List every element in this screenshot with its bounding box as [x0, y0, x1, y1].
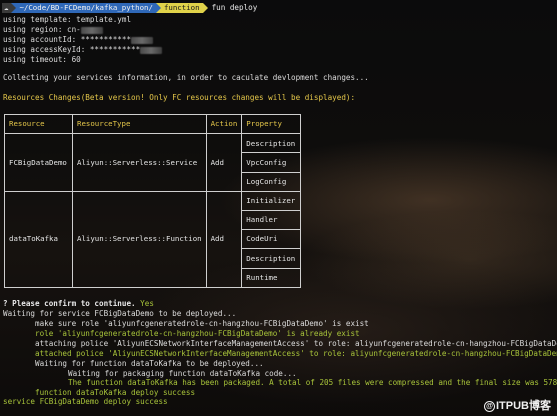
prompt-command: fun deploy: [211, 3, 258, 13]
config-accountid-text: using accountId: ***********: [3, 35, 132, 44]
header-action: Action: [205, 113, 243, 135]
deploy-log-line: service FCBigDataDemo deploy success: [3, 397, 168, 406]
cell-resourcetype: Aliyun::Serverless::Service: [72, 133, 207, 192]
config-accountid-line: using accountId: ***********: [3, 35, 154, 45]
cell-property: Handler: [241, 209, 302, 231]
cell-property: VpcConfig: [241, 152, 302, 173]
confirm-answer: Yes: [140, 299, 154, 308]
watermark-text: ITPUB博客: [496, 399, 551, 412]
header-property: Property: [241, 113, 302, 135]
resources-table: Resource ResourceType Action Property FC…: [4, 113, 302, 288]
prompt-separator-arrow: [202, 3, 208, 13]
cell-resource: dataToKafka: [4, 190, 73, 288]
itpub-watermark: @ ITPUB博客: [484, 401, 551, 412]
cell-resource: FCBigDataDemo: [4, 133, 73, 192]
changes-header: Resources Changes(Beta version! Only FC …: [3, 93, 356, 102]
at-icon: @: [484, 401, 495, 412]
deploy-log-line: make sure role 'aliyunfcgeneratedrole-cn…: [35, 319, 369, 328]
config-region-line: using region: cn-: [3, 25, 103, 35]
deploy-log-line: Waiting for service FCBigDataDemo to be …: [3, 309, 237, 318]
table-row: dataToKafka Aliyun::Serverless::Function…: [4, 190, 302, 288]
collecting-message: Collecting your services information, in…: [3, 73, 369, 82]
table-header-row: Resource ResourceType Action Property: [4, 113, 302, 135]
prompt-branch: function: [160, 3, 203, 13]
redacted-accountid: [131, 36, 154, 44]
cell-property: Initializer: [241, 190, 302, 211]
header-resourcetype: ResourceType: [72, 113, 207, 135]
prompt-path: ~/Code/BD-FCDemo/kafka_python/: [16, 3, 156, 13]
terminal-window[interactable]: ☁ ~/Code/BD-FCDemo/kafka_python/ functio…: [0, 0, 557, 416]
cell-property: Description: [241, 133, 302, 154]
prompt-user-segment: ☁: [2, 3, 12, 13]
confirm-question: ? Please confirm to continue.: [3, 299, 136, 308]
shell-prompt: ☁ ~/Code/BD-FCDemo/kafka_python/ functio…: [2, 3, 257, 13]
cell-property: CodeUri: [241, 229, 302, 250]
config-timeout-line: using timeout: 60: [3, 55, 81, 64]
header-resource: Resource: [4, 113, 73, 135]
cell-resourcetype: Aliyun::Serverless::Function: [72, 190, 207, 288]
redacted-accesskey: [140, 46, 163, 54]
config-accesskey-text: using accessKeyId: ***********: [3, 45, 141, 54]
table-row: FCBigDataDemo Aliyun::Serverless::Servic…: [4, 133, 302, 192]
cell-action: Add: [205, 190, 243, 288]
cell-property: Runtime: [241, 267, 302, 288]
confirm-line: ? Please confirm to continue. Yes: [3, 299, 154, 309]
redacted-region: [80, 26, 103, 34]
cell-action: Add: [205, 133, 243, 192]
config-template-line: using template: template.yml: [3, 15, 132, 24]
cell-property: Description: [241, 248, 302, 269]
deploy-log-line: The function dataToKafka has been packag…: [68, 378, 557, 387]
cell-property: LogConfig: [241, 171, 302, 192]
deploy-log-line: attaching police 'AliyunECSNetworkInterf…: [35, 339, 557, 348]
deploy-log-line: role 'aliyunfcgeneratedrole-cn-hangzhou-…: [35, 329, 360, 338]
deploy-log-line: Waiting for function dataToKafka to be d…: [35, 359, 264, 368]
deploy-log-line: attached police 'AliyunECSNetworkInterfa…: [35, 349, 557, 358]
config-accesskey-line: using accessKeyId: ***********: [3, 45, 163, 55]
config-region-text: using region: cn-: [3, 25, 81, 34]
